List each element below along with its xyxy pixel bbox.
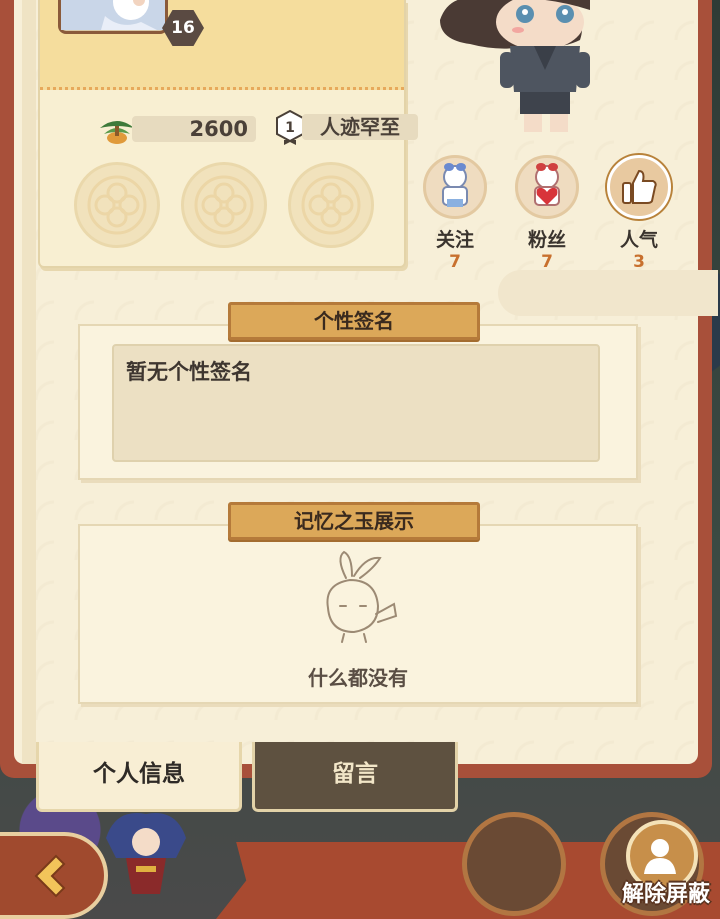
fans-label: 粉丝	[527, 229, 566, 251]
badge-slot-1[interactable]	[74, 162, 160, 248]
person-icon	[644, 839, 676, 874]
decor-band	[498, 270, 718, 316]
flower-crest-icon	[87, 175, 147, 235]
follow-count: 7	[449, 252, 461, 272]
flower-crest-icon	[301, 175, 361, 235]
player-character-sprite[interactable]	[430, 0, 600, 150]
fans-heart-doll-icon	[534, 163, 560, 206]
avatar-portrait-icon	[61, 0, 165, 30]
profile-card: 16 2600 1 人迹罕至	[38, 0, 418, 268]
popularity-stat[interactable]: 人气 3	[604, 155, 674, 272]
memory-empty-text: 什么都没有	[308, 666, 408, 690]
tab-messages[interactable]: 留言	[252, 742, 458, 812]
rank-badge-icon: 1	[276, 110, 304, 145]
panel-left-stripe	[22, 0, 36, 764]
fans-stat[interactable]: 粉丝 7	[512, 155, 582, 272]
thumbs-up-icon	[622, 169, 657, 204]
badge-slot-2[interactable]	[181, 162, 267, 248]
follow-button[interactable]	[423, 155, 487, 219]
flower-crest-icon	[194, 175, 254, 235]
follow-doll-icon	[442, 163, 468, 207]
unblock-label[interactable]: 解除屏蔽	[612, 876, 720, 908]
tab-personal-info[interactable]: 个人信息	[36, 742, 242, 812]
follow-label: 关注	[435, 229, 474, 251]
coin-count: 2600	[132, 116, 256, 142]
fans-count: 7	[541, 252, 553, 272]
signature-section-title: 个性签名	[228, 302, 480, 340]
coin-stat: 2600	[96, 112, 258, 144]
background-npc-sprite	[106, 813, 186, 894]
action-button-left[interactable]	[462, 812, 566, 916]
avatar[interactable]	[58, 0, 168, 34]
memory-jade-section-title: 记忆之玉展示	[228, 502, 480, 540]
fans-button[interactable]	[515, 155, 579, 219]
player-title: 人迹罕至	[302, 114, 418, 140]
title-stat: 1 人迹罕至	[276, 110, 422, 145]
popularity-label: 人气	[619, 229, 658, 251]
follow-stat[interactable]: 关注 7	[420, 155, 490, 272]
rank-number: 1	[285, 120, 295, 136]
popularity-like-button[interactable]	[607, 155, 671, 219]
empty-sketch-doll-icon	[326, 550, 398, 643]
popularity-count: 3	[633, 252, 645, 272]
signature-text[interactable]: 暂无个性签名	[112, 344, 600, 462]
back-arrow-icon	[34, 854, 66, 897]
back-button[interactable]	[0, 832, 108, 919]
badge-slot-3[interactable]	[288, 162, 374, 248]
